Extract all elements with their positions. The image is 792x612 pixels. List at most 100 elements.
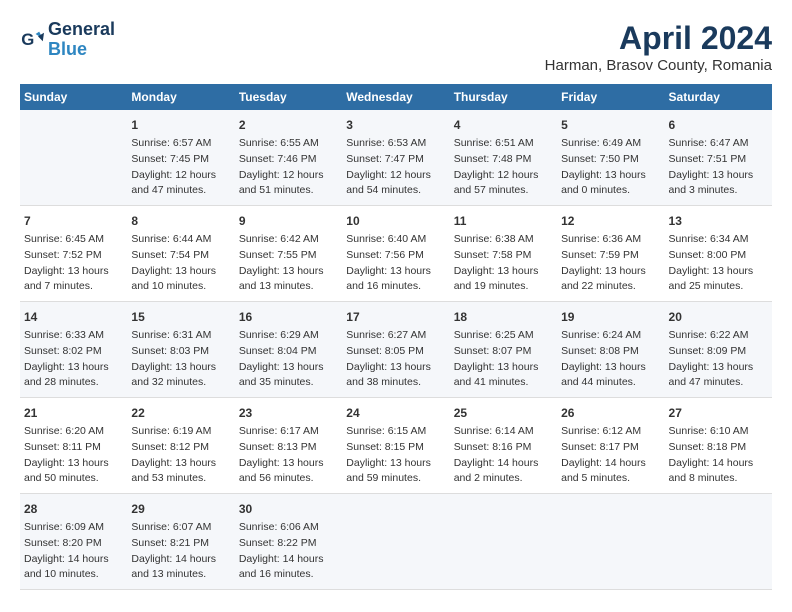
- calendar-cell: 12 Sunrise: 6:36 AM Sunset: 7:59 PM Dayli…: [557, 206, 664, 302]
- day-number: 23: [239, 404, 338, 422]
- calendar-cell: 24 Sunrise: 6:15 AM Sunset: 8:15 PM Dayli…: [342, 398, 449, 494]
- day-number: 22: [131, 404, 230, 422]
- calendar-cell: 19 Sunrise: 6:24 AM Sunset: 8:08 PM Dayli…: [557, 302, 664, 398]
- day-info: Sunrise: 6:24 AM Sunset: 8:08 PM Dayligh…: [561, 328, 660, 391]
- logo-text: General Blue: [48, 20, 115, 60]
- day-info: Sunrise: 6:27 AM Sunset: 8:05 PM Dayligh…: [346, 328, 445, 391]
- header-cell-saturday: Saturday: [665, 84, 772, 110]
- calendar-cell: 3 Sunrise: 6:53 AM Sunset: 7:47 PM Daylig…: [342, 110, 449, 206]
- day-info: Sunrise: 6:29 AM Sunset: 8:04 PM Dayligh…: [239, 328, 338, 391]
- page-header: G General Blue April 2024 Harman, Brasov…: [20, 20, 772, 74]
- day-info: Sunrise: 6:17 AM Sunset: 8:13 PM Dayligh…: [239, 424, 338, 487]
- calendar-cell: 18Sunrise: 6:25 AM Sunset: 8:07 PM Dayli…: [450, 302, 557, 398]
- calendar-cell: 5 Sunrise: 6:49 AM Sunset: 7:50 PM Daylig…: [557, 110, 664, 206]
- header-row: SundayMondayTuesdayWednesdayThursdayFrid…: [20, 84, 772, 110]
- logo: G General Blue: [20, 20, 115, 60]
- calendar-cell: 29 Sunrise: 6:07 AM Sunset: 8:21 PM Dayli…: [127, 494, 234, 590]
- day-info: Sunrise: 6:33 AM Sunset: 8:02 PM Dayligh…: [24, 328, 123, 391]
- day-info: Sunrise: 6:45 AM Sunset: 7:52 PM Dayligh…: [24, 232, 123, 295]
- day-number: 12: [561, 212, 660, 230]
- day-info: Sunrise: 6:55 AM Sunset: 7:46 PM Dayligh…: [239, 136, 338, 199]
- day-info: Sunrise: 6:10 AM Sunset: 8:18 PM Dayligh…: [669, 424, 768, 487]
- calendar-cell: 14 Sunrise: 6:33 AM Sunset: 8:02 PM Dayli…: [20, 302, 127, 398]
- day-info: Sunrise: 6:36 AM Sunset: 7:59 PM Dayligh…: [561, 232, 660, 295]
- day-info: Sunrise: 6:06 AM Sunset: 8:22 PM Dayligh…: [239, 520, 338, 583]
- day-info: Sunrise: 6:22 AM Sunset: 8:09 PM Dayligh…: [669, 328, 768, 391]
- day-number: 1: [131, 116, 230, 134]
- day-number: 10: [346, 212, 445, 230]
- day-number: 26: [561, 404, 660, 422]
- day-info: Sunrise: 6:15 AM Sunset: 8:15 PM Dayligh…: [346, 424, 445, 487]
- day-info: Sunrise: 6:42 AM Sunset: 7:55 PM Dayligh…: [239, 232, 338, 295]
- calendar-cell: 4Sunrise: 6:51 AM Sunset: 7:48 PM Daylig…: [450, 110, 557, 206]
- calendar-cell: 10Sunrise: 6:40 AM Sunset: 7:56 PM Dayli…: [342, 206, 449, 302]
- day-number: 2: [239, 116, 338, 134]
- week-row-5: 28 Sunrise: 6:09 AM Sunset: 8:20 PM Dayli…: [20, 494, 772, 590]
- header-cell-thursday: Thursday: [450, 84, 557, 110]
- day-info: Sunrise: 6:53 AM Sunset: 7:47 PM Dayligh…: [346, 136, 445, 199]
- header-cell-monday: Monday: [127, 84, 234, 110]
- calendar-cell: 13 Sunrise: 6:34 AM Sunset: 8:00 PM Dayli…: [665, 206, 772, 302]
- calendar-table: SundayMondayTuesdayWednesdayThursdayFrid…: [20, 84, 772, 590]
- logo-icon: G: [20, 28, 44, 52]
- logo-line1: General: [48, 20, 115, 40]
- day-number: 7: [24, 212, 123, 230]
- calendar-cell: 25 Sunrise: 6:14 AM Sunset: 8:16 PM Dayli…: [450, 398, 557, 494]
- day-info: Sunrise: 6:51 AM Sunset: 7:48 PM Dayligh…: [454, 136, 553, 199]
- calendar-cell: 27 Sunrise: 6:10 AM Sunset: 8:18 PM Dayli…: [665, 398, 772, 494]
- svg-text:G: G: [21, 30, 34, 49]
- calendar-cell: 9 Sunrise: 6:42 AM Sunset: 7:55 PM Daylig…: [235, 206, 342, 302]
- header-cell-sunday: Sunday: [20, 84, 127, 110]
- day-number: 20: [669, 308, 768, 326]
- calendar-body: 1 Sunrise: 6:57 AM Sunset: 7:45 PM Daylig…: [20, 110, 772, 590]
- day-number: 14: [24, 308, 123, 326]
- day-number: 9: [239, 212, 338, 230]
- header-cell-wednesday: Wednesday: [342, 84, 449, 110]
- day-info: Sunrise: 6:49 AM Sunset: 7:50 PM Dayligh…: [561, 136, 660, 199]
- calendar-cell: [557, 494, 664, 590]
- day-number: 30: [239, 500, 338, 518]
- day-info: Sunrise: 6:47 AM Sunset: 7:51 PM Dayligh…: [669, 136, 768, 199]
- day-number: 8: [131, 212, 230, 230]
- logo-line2: Blue: [48, 40, 115, 60]
- header-cell-friday: Friday: [557, 84, 664, 110]
- day-number: 13: [669, 212, 768, 230]
- day-number: 21: [24, 404, 123, 422]
- day-number: 25: [454, 404, 553, 422]
- calendar-cell: [450, 494, 557, 590]
- calendar-cell: 7 Sunrise: 6:45 AM Sunset: 7:52 PM Daylig…: [20, 206, 127, 302]
- day-number: 28: [24, 500, 123, 518]
- day-number: 24: [346, 404, 445, 422]
- day-number: 17: [346, 308, 445, 326]
- calendar-cell: [342, 494, 449, 590]
- calendar-header: SundayMondayTuesdayWednesdayThursdayFrid…: [20, 84, 772, 110]
- calendar-cell: 23 Sunrise: 6:17 AM Sunset: 8:13 PM Dayli…: [235, 398, 342, 494]
- title-block: April 2024 Harman, Brasov County, Romani…: [545, 20, 772, 74]
- calendar-cell: 16 Sunrise: 6:29 AM Sunset: 8:04 PM Dayli…: [235, 302, 342, 398]
- day-info: Sunrise: 6:12 AM Sunset: 8:17 PM Dayligh…: [561, 424, 660, 487]
- calendar-cell: 6Sunrise: 6:47 AM Sunset: 7:51 PM Daylig…: [665, 110, 772, 206]
- day-info: Sunrise: 6:34 AM Sunset: 8:00 PM Dayligh…: [669, 232, 768, 295]
- week-row-1: 1 Sunrise: 6:57 AM Sunset: 7:45 PM Daylig…: [20, 110, 772, 206]
- day-info: Sunrise: 6:09 AM Sunset: 8:20 PM Dayligh…: [24, 520, 123, 583]
- calendar-cell: 11Sunrise: 6:38 AM Sunset: 7:58 PM Dayli…: [450, 206, 557, 302]
- calendar-cell: 20 Sunrise: 6:22 AM Sunset: 8:09 PM Dayli…: [665, 302, 772, 398]
- calendar-cell: 26 Sunrise: 6:12 AM Sunset: 8:17 PM Dayli…: [557, 398, 664, 494]
- subtitle: Harman, Brasov County, Romania: [545, 57, 772, 74]
- day-number: 29: [131, 500, 230, 518]
- day-info: Sunrise: 6:25 AM Sunset: 8:07 PM Dayligh…: [454, 328, 553, 391]
- day-number: 27: [669, 404, 768, 422]
- day-info: Sunrise: 6:14 AM Sunset: 8:16 PM Dayligh…: [454, 424, 553, 487]
- day-number: 3: [346, 116, 445, 134]
- day-number: 5: [561, 116, 660, 134]
- day-info: Sunrise: 6:44 AM Sunset: 7:54 PM Dayligh…: [131, 232, 230, 295]
- calendar-cell: 15Sunrise: 6:31 AM Sunset: 8:03 PM Dayli…: [127, 302, 234, 398]
- day-number: 19: [561, 308, 660, 326]
- day-info: Sunrise: 6:31 AM Sunset: 8:03 PM Dayligh…: [131, 328, 230, 391]
- day-number: 16: [239, 308, 338, 326]
- day-info: Sunrise: 6:07 AM Sunset: 8:21 PM Dayligh…: [131, 520, 230, 583]
- day-info: Sunrise: 6:38 AM Sunset: 7:58 PM Dayligh…: [454, 232, 553, 295]
- calendar-cell: 1 Sunrise: 6:57 AM Sunset: 7:45 PM Daylig…: [127, 110, 234, 206]
- day-info: Sunrise: 6:57 AM Sunset: 7:45 PM Dayligh…: [131, 136, 230, 199]
- calendar-cell: 30 Sunrise: 6:06 AM Sunset: 8:22 PM Dayli…: [235, 494, 342, 590]
